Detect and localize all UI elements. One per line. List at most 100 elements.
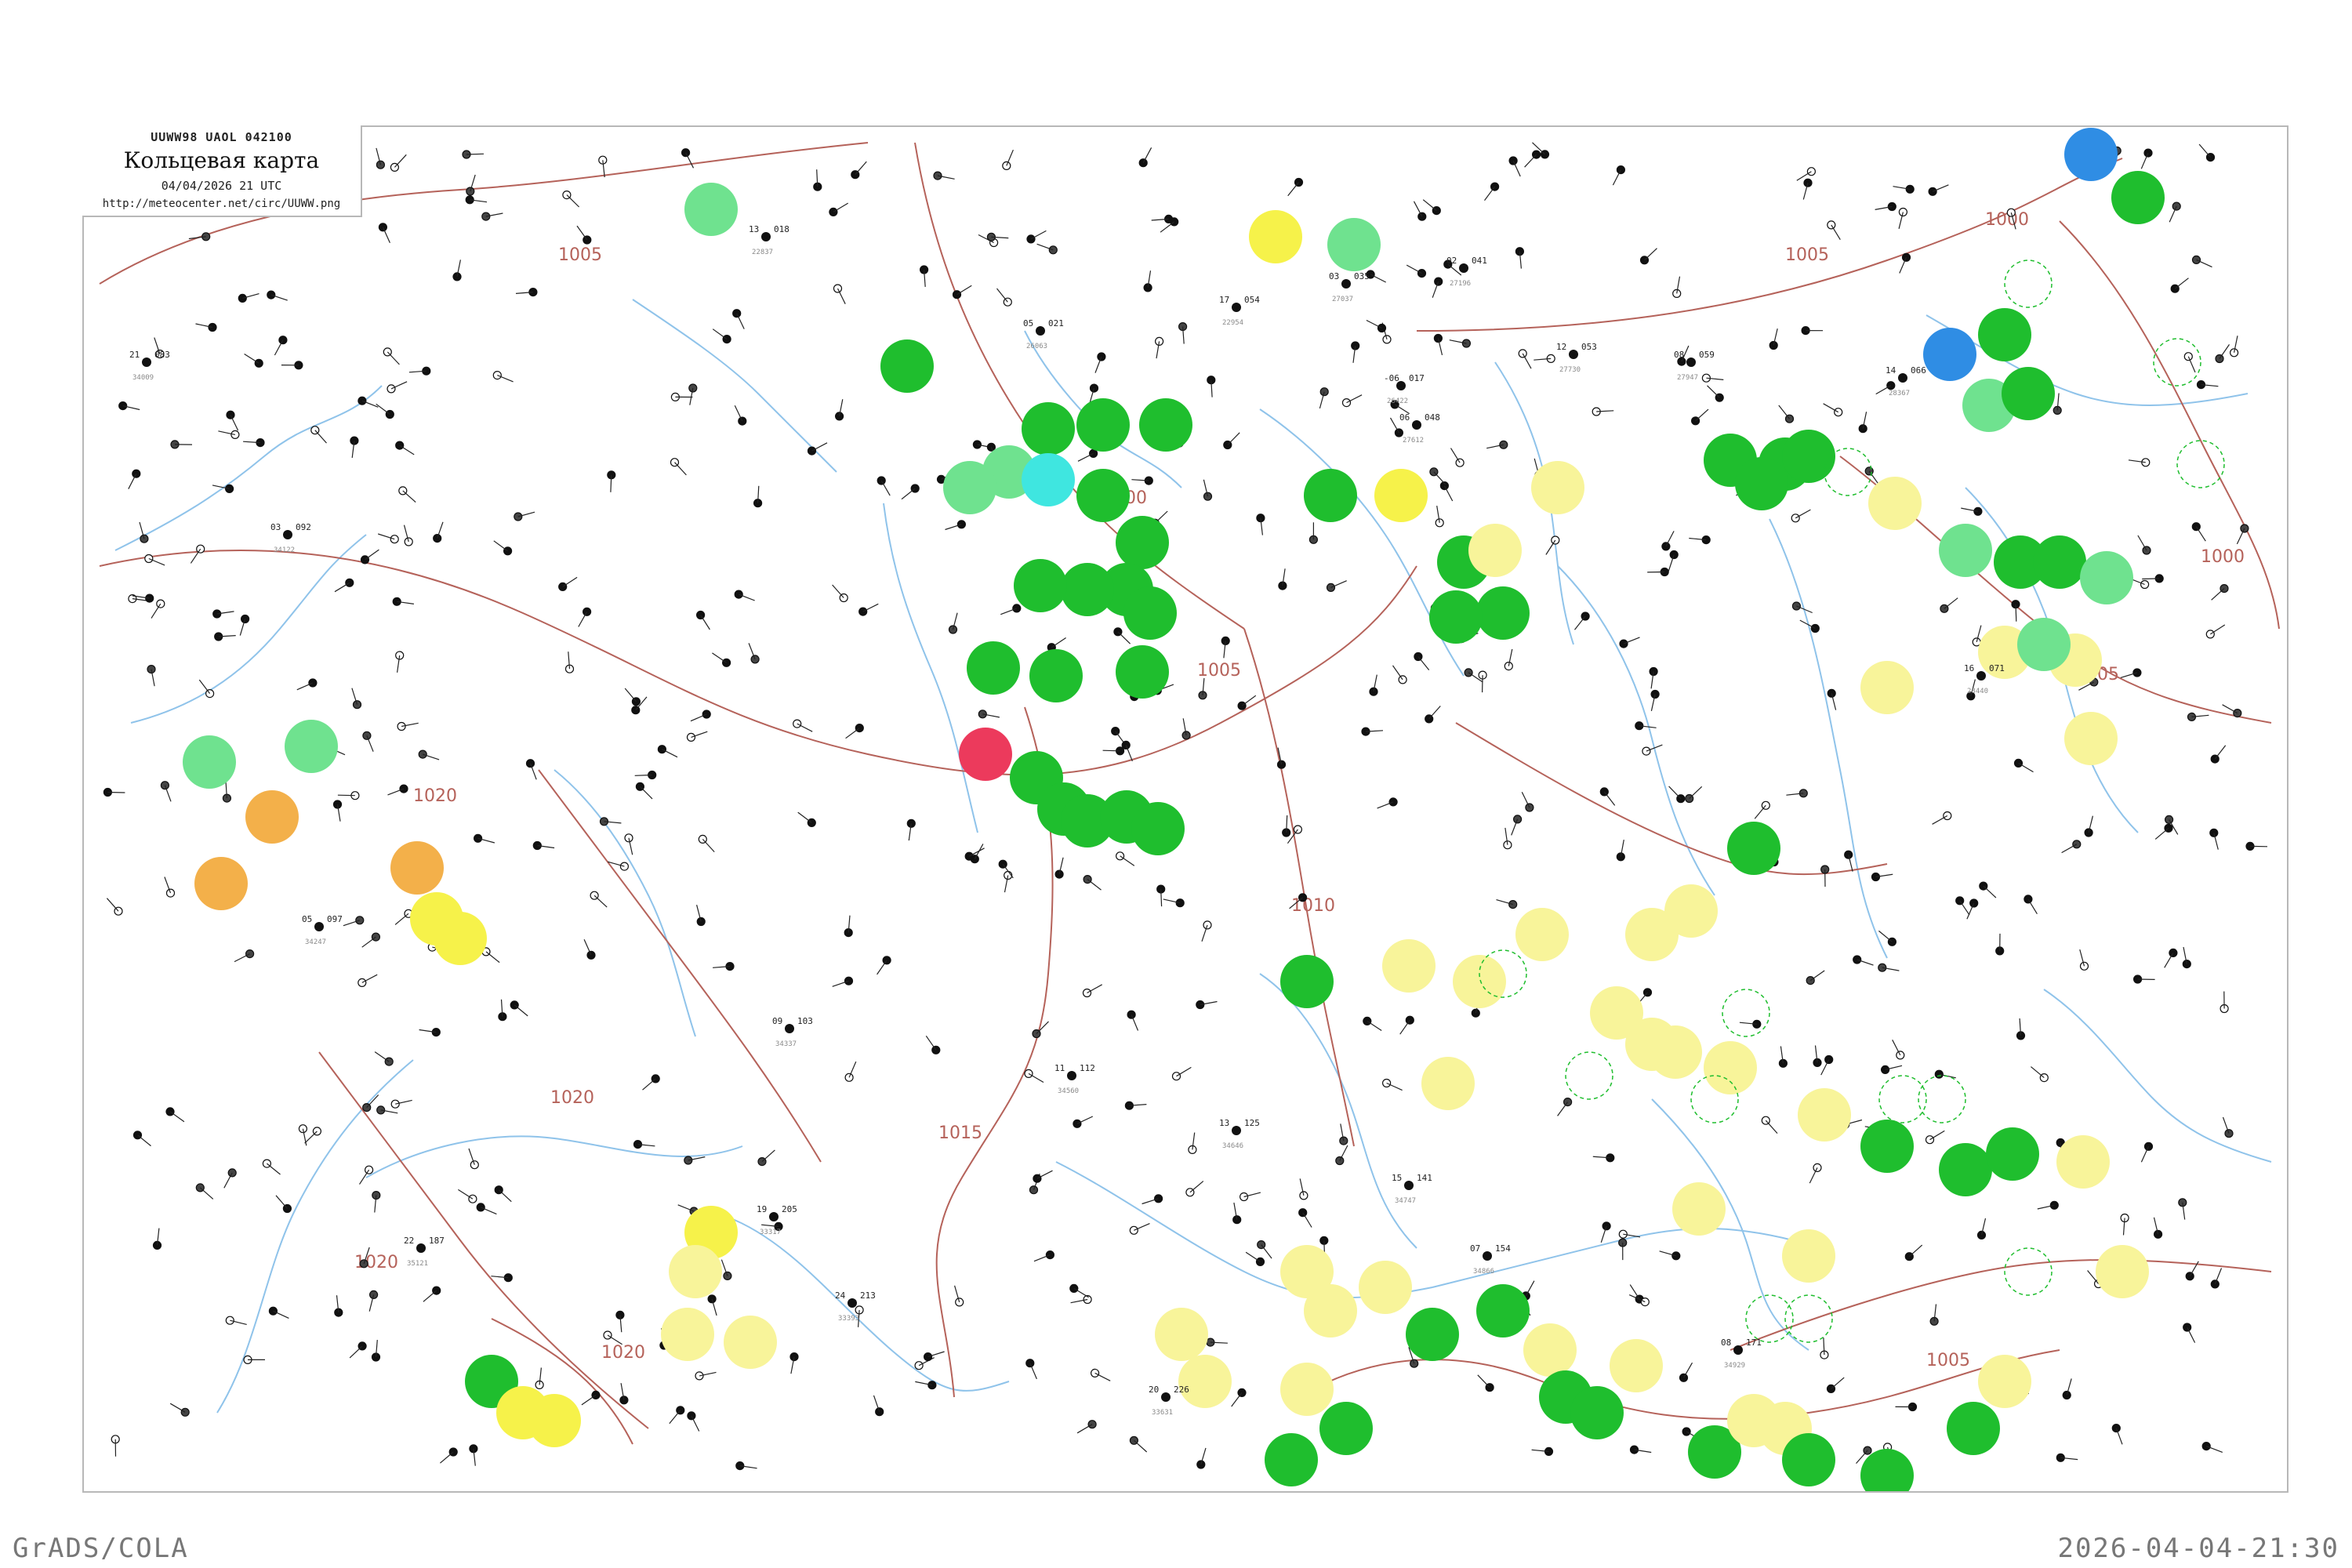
station-plot[interactable]: 08 171 34929: [1721, 1338, 1762, 1370]
station-plot[interactable]: 05 097 34247: [302, 914, 343, 946]
station-plot[interactable]: 13 125 34646: [1219, 1118, 1260, 1150]
wind-barb: [440, 1451, 454, 1464]
station-plot[interactable]: 03 092 34122: [270, 522, 311, 554]
wind-barb: [2027, 898, 2038, 915]
station-plot[interactable]: 12 053 27730: [1556, 342, 1597, 374]
wind-barb: [2214, 745, 2227, 760]
station-plot[interactable]: 11 112 34560: [1054, 1063, 1095, 1095]
station-plot[interactable]: 06 048 27612: [1399, 412, 1440, 445]
station-id: 33317: [760, 1229, 781, 1236]
station-plot[interactable]: 22 187 35121: [404, 1236, 445, 1268]
weather-circle: [1304, 1284, 1357, 1338]
station-plot[interactable]: 07 154 34866: [1470, 1243, 1511, 1276]
weather-circle: [1022, 453, 1075, 506]
weather-circle: [528, 1394, 581, 1447]
station-plot[interactable]: 15 141 34747: [1392, 1173, 1432, 1205]
station-plot[interactable]: 03 035 27037: [1329, 271, 1370, 303]
station-dot: [1827, 220, 1836, 230]
weather-circle: [1523, 1323, 1577, 1377]
weather-circle: [1327, 218, 1381, 271]
software-credit: GrADS/COLA: [13, 1533, 189, 1564]
wind-barb: [634, 774, 652, 776]
station-dot: [225, 484, 234, 493]
wind-barb: [700, 615, 710, 630]
wind-barb: [1028, 1073, 1044, 1083]
station-marker: [1341, 279, 1351, 289]
wind-barb: [169, 1111, 185, 1123]
map-canvas[interactable]: 1005 1000 1005 1010 1015 1020 1020 1020 …: [84, 127, 2287, 1491]
station-plot[interactable]: 24 213 33393: [835, 1290, 876, 1323]
station-id: 27947: [1677, 374, 1698, 382]
bulletin-code: UUWW98 UAOL 042100: [151, 130, 292, 144]
weather-circle: [1798, 1088, 1851, 1142]
station-plot[interactable]: -06 017 26422: [1384, 373, 1425, 405]
station-dot: [1616, 852, 1625, 862]
weather-circle: [1570, 1386, 1624, 1439]
station-dot: [1417, 212, 1427, 221]
wind-barb: [1077, 452, 1094, 462]
weather-circle: [194, 857, 248, 910]
station-plot[interactable]: 21 083 34009: [129, 350, 170, 382]
station-dot: [238, 293, 247, 303]
wind-barb: [712, 652, 727, 663]
wind-barb: [458, 1189, 474, 1200]
weather-circle: [1704, 1041, 1757, 1094]
station-dot: [468, 1194, 477, 1203]
station-pressure: 154: [1495, 1243, 1511, 1254]
station-id: 28440: [1967, 688, 1988, 695]
station-dot: [397, 721, 406, 731]
wind-barb: [374, 1051, 390, 1062]
station-pressure: 125: [1244, 1118, 1260, 1128]
weather-circle: [880, 339, 934, 393]
station-dot: [855, 723, 864, 733]
station-dot: [834, 412, 844, 421]
river: [114, 385, 383, 551]
station-id: 34247: [305, 938, 326, 946]
station-marker: [416, 1243, 426, 1253]
wind-barb: [624, 688, 637, 702]
wind-barb: [366, 1094, 379, 1109]
wind-barb: [797, 723, 813, 732]
station-pressure: 018: [774, 224, 789, 234]
wind-barb: [1778, 405, 1790, 419]
river: [1259, 408, 1465, 677]
wind-barb: [1160, 221, 1175, 233]
wind-barb: [642, 1078, 656, 1091]
station-plot[interactable]: 09 103 34337: [772, 1016, 813, 1048]
wind-barb: [669, 1410, 681, 1425]
wind-barb: [1892, 1040, 1901, 1056]
weather-circle: [1868, 477, 1922, 530]
station-pressure: 097: [327, 914, 343, 924]
station-pressure: 035: [1354, 271, 1370, 281]
wind-barb: [1525, 1280, 1535, 1297]
station-id: 34866: [1473, 1268, 1494, 1276]
wind-barb: [855, 161, 867, 176]
station-plot[interactable]: 17 054 22954: [1219, 295, 1260, 327]
source-url[interactable]: http://meteocenter.net/circ/UUWW.png: [82, 198, 361, 210]
station-dot: [1642, 746, 1651, 756]
station-plot[interactable]: 20 226 33631: [1149, 1385, 1189, 1417]
wind-barb: [1433, 471, 1446, 485]
wind-barb: [314, 430, 327, 444]
station-plot[interactable]: 05 021 26063: [1023, 318, 1064, 350]
station-dot: [230, 430, 240, 439]
wind-barb: [1878, 930, 1893, 942]
station-temperature: 15: [1392, 1173, 1402, 1183]
station-plot[interactable]: 19 205 33317: [757, 1204, 797, 1236]
wind-barb: [797, 811, 812, 823]
wind-barb: [2209, 624, 2226, 635]
wind-barb: [691, 1415, 700, 1432]
wind-barb: [394, 154, 407, 168]
station-dot: [267, 290, 276, 299]
station-pressure: 187: [429, 1236, 445, 1246]
station-plot[interactable]: 13 018 22837: [749, 224, 789, 256]
station-dot: [952, 290, 962, 299]
wind-barb: [1261, 1244, 1272, 1259]
isobar-label: 1020: [413, 786, 457, 806]
station-plot[interactable]: 02 041 27196: [1446, 256, 1487, 288]
station-pressure: 092: [296, 522, 311, 532]
station-id: 26063: [1026, 343, 1047, 350]
wind-barb: [996, 288, 1008, 303]
station-dot: [225, 1316, 234, 1325]
weather-circle: [2002, 367, 2055, 420]
